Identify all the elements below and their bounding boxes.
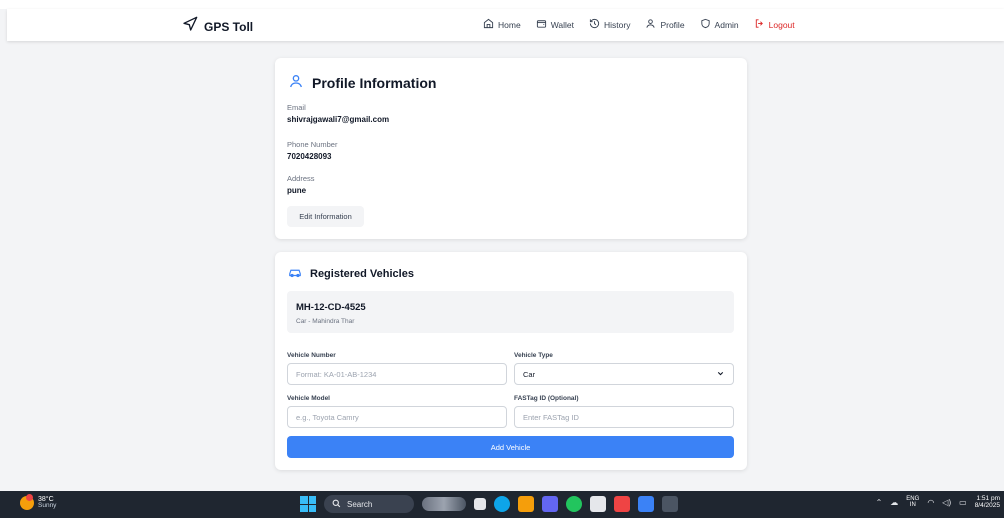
vehicles-card-header: Registered Vehicles [288,265,414,282]
task-view-icon[interactable] [474,498,486,510]
email-label: Email [287,103,306,112]
address-label: Address [287,174,315,183]
profile-title: Profile Information [312,74,437,91]
teams-icon[interactable] [542,496,558,512]
system-tray: ⌃ ☁ ENG IN ◠ ◁) ▭ 1:51 pm 8/4/2025 [876,495,1004,510]
nav-profile[interactable]: Profile [645,18,685,31]
nav-history-label: History [604,19,631,30]
main-nav: Home Wallet History Profile Admin Logout [483,18,810,31]
vehicles-title: Registered Vehicles [310,267,414,280]
browser-top-strip [0,0,1004,9]
nav-home[interactable]: Home [483,18,521,31]
nav-wallet[interactable]: Wallet [536,18,574,31]
terminal-icon[interactable] [662,496,678,512]
car-icon [288,265,302,282]
edit-information-button[interactable]: Edit Information [287,206,364,227]
nav-logout[interactable]: Logout [754,18,795,31]
chevron-down-icon [716,369,725,380]
nav-logout-label: Logout [768,19,795,30]
vehicle-type-select[interactable]: Car [514,363,734,385]
nav-home-label: Home [498,19,521,30]
store-icon[interactable] [590,496,606,512]
weather-widget[interactable]: 38°C Sunny [20,494,57,511]
nav-admin-label: Admin [714,19,739,30]
fastag-input[interactable] [514,406,734,428]
copilot-icon[interactable] [566,496,582,512]
brave-browser-icon[interactable] [614,496,630,512]
vehicle-number-label: Vehicle Number [287,352,336,359]
taskbar-search-label: Search [347,499,373,509]
navigation-arrow-icon [182,16,198,37]
windows-start-icon[interactable] [300,496,316,512]
weather-condition: Sunny [38,502,57,510]
email-value: shivrajgawali7@gmail.com [287,115,390,124]
edge-browser-icon[interactable] [494,496,510,512]
brand[interactable]: GPS Toll [182,16,253,37]
vehicle-list-item[interactable]: MH-12-CD-4525 Car - Mahindra Thar [287,291,734,333]
address-value: pune [287,186,307,195]
widget-thumbnail-icon[interactable] [422,497,466,511]
region-code: IN [909,502,916,509]
phone-value: 7020428093 [287,152,332,161]
user-icon [288,73,304,92]
logout-icon [754,18,765,31]
vehicle-number-input[interactable] [287,363,507,385]
vehicle-model-input[interactable] [287,406,507,428]
language-indicator[interactable]: ENG IN [906,496,919,509]
profile-card-header: Profile Information [288,73,436,92]
vehicle-model-label: Vehicle Model [287,395,330,402]
nav-admin[interactable]: Admin [700,18,739,31]
clock[interactable]: 1:51 pm 8/4/2025 [975,495,1000,510]
home-icon [483,18,494,31]
profile-card: Profile Information Email shivrajgawali7… [275,58,747,239]
nav-history[interactable]: History [589,18,630,31]
clock-time: 1:51 pm [976,495,1001,502]
vscode-icon[interactable] [638,496,654,512]
sun-icon [20,494,34,511]
vehicles-card: Registered Vehicles MH-12-CD-4525 Car - … [275,252,747,470]
clock-date: 8/4/2025 [974,502,1000,510]
windows-taskbar: 38°C Sunny Search ⌃ ☁ ENG IN ◠ ◁) ▭ 1:51… [0,491,1004,518]
add-vehicle-button[interactable]: Add Vehicle [287,436,734,458]
vehicle-number: MH-12-CD-4525 [296,302,366,313]
vehicle-type-value: Car [523,369,536,379]
wallet-icon [536,18,547,31]
volume-icon[interactable]: ◁) [942,498,951,507]
battery-icon[interactable]: ▭ [959,498,967,507]
wifi-icon[interactable]: ◠ [927,498,934,507]
language-code: ENG [906,495,920,502]
fastag-label: FASTag ID (Optional) [514,395,579,402]
search-icon [332,499,341,510]
brand-name: GPS Toll [204,19,254,34]
user-icon [645,18,656,31]
taskbar-apps: Search [300,495,678,513]
top-navbar: GPS Toll Home Wallet History Profile Adm… [7,9,1004,41]
nav-wallet-label: Wallet [550,19,574,30]
shield-icon [700,18,711,31]
file-explorer-icon[interactable] [518,496,534,512]
history-icon [589,18,600,31]
taskbar-search[interactable]: Search [324,495,414,513]
cloud-icon[interactable]: ☁ [890,498,898,507]
phone-label: Phone Number [287,140,338,149]
vehicle-description: Car - Mahindra Thar [296,318,355,325]
chevron-up-icon[interactable]: ⌃ [876,498,883,507]
vehicle-type-label: Vehicle Type [514,352,553,359]
nav-profile-label: Profile [660,19,685,30]
